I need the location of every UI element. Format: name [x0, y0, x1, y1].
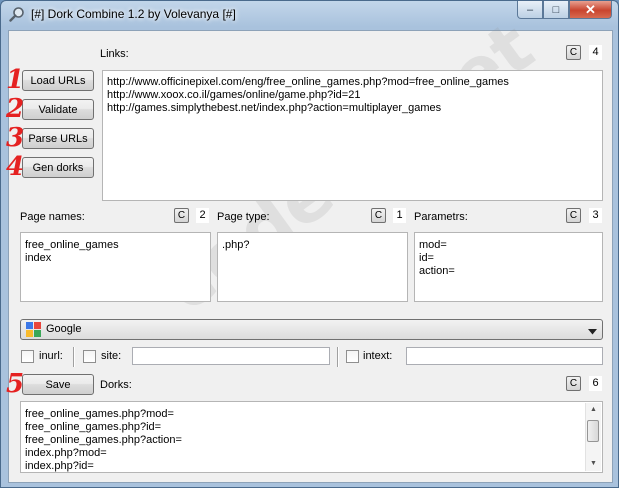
chevron-down-icon[interactable]: [588, 326, 597, 338]
scroll-up-icon[interactable]: ▲: [586, 403, 601, 417]
validate-button[interactable]: Validate: [22, 99, 94, 120]
separator: [73, 347, 75, 367]
param-line: id=: [419, 252, 434, 264]
parse-urls-button[interactable]: Parse URLs: [22, 128, 94, 149]
dork-line: index.php?mod=: [25, 447, 107, 459]
page-names-label: Page names:: [20, 211, 85, 223]
page-type-line: .php?: [222, 239, 250, 251]
site-label: site:: [101, 350, 122, 362]
params-count: 3: [589, 208, 602, 223]
step-annotation-3: 3: [6, 123, 25, 153]
step-annotation-5: 5: [6, 369, 25, 399]
dorks-clear-button[interactable]: C: [566, 376, 581, 391]
page-names-textarea[interactable]: free_online_games index: [20, 232, 211, 302]
links-label: Links:: [100, 48, 129, 60]
dork-line: free_online_games.php?action=: [25, 434, 182, 446]
dorks-label: Dorks:: [100, 379, 132, 391]
links-textarea[interactable]: http://www.officinepixel.com/eng/free_on…: [102, 70, 603, 201]
gen-dorks-button[interactable]: Gen dorks: [22, 157, 94, 178]
links-clear-button[interactable]: C: [566, 45, 581, 60]
search-engine-value: Google: [46, 323, 82, 335]
link-line: http://games.simplythebest.net/index.php…: [107, 102, 442, 114]
step-annotation-1: 1: [6, 65, 25, 95]
link-line: http://www.officinepixel.com/eng/free_on…: [107, 76, 509, 88]
page-name-line: index: [25, 252, 52, 264]
maximize-icon: □: [552, 3, 560, 16]
step-annotation-4: 4: [6, 152, 25, 182]
scroll-down-icon[interactable]: ▼: [586, 457, 601, 471]
page-names-clear-button[interactable]: C: [174, 208, 189, 223]
magnifier-icon: [9, 6, 25, 22]
site-input[interactable]: [132, 347, 330, 365]
inurl-checkbox[interactable]: [21, 350, 34, 363]
page-type-label: Page type:: [217, 211, 270, 223]
dork-line: free_online_games.php?id=: [25, 421, 162, 433]
minimize-button[interactable]: –: [517, 1, 543, 19]
separator: [337, 347, 339, 367]
save-button[interactable]: Save: [22, 374, 94, 395]
dork-line: free_online_games.php?mod=: [25, 408, 174, 420]
app-window: [#] Dork Combine 1.2 by Volevanya [#] – …: [0, 0, 619, 488]
dorks-count: 6: [589, 376, 602, 391]
param-line: mod=: [419, 239, 447, 251]
intext-input[interactable]: [406, 347, 603, 365]
link-line: http://www.xoox.co.il/games/online/game.…: [107, 89, 361, 101]
step-annotation-2: 2: [6, 94, 25, 124]
close-icon: ✕: [585, 1, 596, 17]
load-urls-button[interactable]: Load URLs: [22, 70, 94, 91]
title-bar[interactable]: [#] Dork Combine 1.2 by Volevanya [#] – …: [1, 1, 618, 28]
minimize-icon: –: [526, 3, 534, 16]
intext-checkbox[interactable]: [346, 350, 359, 363]
site-checkbox[interactable]: [83, 350, 96, 363]
param-line: action=: [419, 265, 455, 277]
client-area: codeby.net Links: C 4 Load URLs Validate…: [6, 6, 613, 483]
intext-label: intext:: [363, 350, 393, 362]
search-engine-select[interactable]: Google: [20, 319, 603, 340]
page-names-count: 2: [196, 208, 209, 223]
google-icon: [26, 322, 41, 337]
params-clear-button[interactable]: C: [566, 208, 581, 223]
page-type-textarea[interactable]: .php?: [217, 232, 408, 302]
maximize-button[interactable]: □: [543, 1, 569, 19]
params-label: Parametrs:: [414, 211, 468, 223]
page-type-clear-button[interactable]: C: [371, 208, 386, 223]
links-count: 4: [589, 45, 602, 60]
inurl-label: inurl:: [39, 350, 63, 362]
dorks-textarea[interactable]: free_online_games.php?mod= free_online_g…: [20, 401, 603, 473]
page-name-line: free_online_games: [25, 239, 119, 251]
window-title: [#] Dork Combine 1.2 by Volevanya [#]: [31, 7, 236, 21]
params-textarea[interactable]: mod= id= action=: [414, 232, 603, 302]
page-type-count: 1: [393, 208, 406, 223]
scroll-thumb[interactable]: [587, 420, 599, 442]
dork-line: index.php?id=: [25, 460, 94, 472]
dorks-scrollbar[interactable]: ▲ ▼: [585, 403, 601, 471]
close-button[interactable]: ✕: [569, 1, 612, 19]
